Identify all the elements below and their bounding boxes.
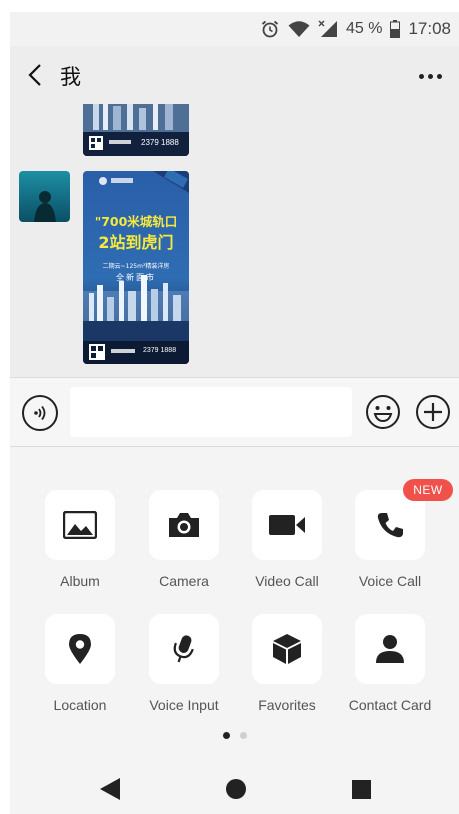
signal-icon	[318, 20, 337, 37]
chevron-left-icon	[28, 64, 41, 86]
location-icon	[69, 634, 91, 664]
emoji-button[interactable]	[365, 394, 401, 430]
tool-camera[interactable]: Camera	[134, 490, 234, 589]
tool-tile[interactable]	[252, 490, 322, 560]
tool-label: Voice Call	[358, 573, 422, 589]
more-dot	[427, 73, 433, 79]
page-indicator	[10, 732, 459, 742]
wifi-icon	[288, 21, 310, 37]
tool-label: Contact Card	[348, 697, 432, 713]
tool-tile[interactable]	[45, 490, 115, 560]
message-input[interactable]	[70, 387, 352, 437]
input-bar	[10, 377, 459, 447]
nav-back-icon[interactable]	[99, 777, 121, 801]
more-button[interactable]	[415, 64, 445, 88]
tool-label: Favorites	[258, 697, 316, 713]
new-badge: NEW	[403, 479, 453, 501]
nav-recents-icon[interactable]	[352, 780, 371, 799]
tool-contact-card[interactable]: Contact Card	[340, 614, 440, 713]
clock: 17:08	[408, 19, 451, 38]
status-bar: 45 % 17:08	[10, 12, 459, 46]
more-tools-panel: Album Camera Video Call NEW Voice Call L…	[10, 447, 459, 765]
tool-label: Album	[60, 573, 100, 589]
tool-location[interactable]: Location	[30, 614, 130, 713]
tool-album[interactable]: Album	[30, 490, 130, 589]
alarm-icon	[261, 20, 279, 38]
album-icon	[63, 511, 97, 539]
tool-video-call[interactable]: Video Call	[237, 490, 337, 589]
phone-screen: 45 % 17:08 我 2379 1888 "700米城轨口 2站到虎门 二期…	[10, 12, 459, 814]
camera-icon	[169, 513, 199, 537]
nav-home-icon[interactable]	[226, 779, 246, 799]
tool-voice-input[interactable]: Voice Input	[134, 614, 234, 713]
avatar[interactable]	[19, 171, 70, 222]
image-message-previous[interactable]: 2379 1888	[83, 104, 189, 156]
battery-percent: 45 %	[345, 20, 383, 37]
contact-card-icon	[376, 635, 404, 663]
android-nav-bar	[10, 765, 459, 814]
emoji-icon	[366, 395, 400, 429]
back-button[interactable]	[22, 60, 48, 90]
voice-input-icon	[173, 635, 194, 663]
tool-label: Voice Input	[149, 697, 219, 713]
tool-voice-call[interactable]: NEW Voice Call	[340, 479, 453, 589]
tool-label: Camera	[159, 573, 209, 589]
favorites-icon	[273, 634, 301, 664]
tool-tile[interactable]	[149, 490, 219, 560]
poster-phone: 2379 1888	[141, 138, 179, 147]
chat-area[interactable]: 2379 1888 "700米城轨口 2站到虎门 二期云~125m²精装洋房 全…	[10, 104, 459, 377]
image-message-poster[interactable]: "700米城轨口 2站到虎门 二期云~125m²精装洋房 全新面市 2379 1…	[83, 171, 189, 364]
tool-tile[interactable]	[355, 614, 425, 684]
poster-tagline: 二期云~125m²精装洋房	[102, 263, 170, 270]
tool-tile[interactable]	[252, 614, 322, 684]
poster-headline-1: "700米城轨口	[94, 214, 178, 229]
poster-headline-2: 2站到虎门	[98, 233, 174, 252]
page-dot	[239, 732, 247, 739]
battery-icon	[390, 20, 401, 38]
tool-label: Video Call	[255, 573, 319, 589]
poster-phone: 2379 1888	[143, 347, 177, 354]
voice-toggle-button[interactable]	[22, 395, 58, 431]
chat-header: 我	[10, 46, 459, 104]
tool-tile[interactable]	[149, 614, 219, 684]
tool-favorites[interactable]: Favorites	[237, 614, 337, 713]
plus-icon	[416, 395, 450, 429]
more-dots-icon	[418, 73, 424, 79]
poster-tagline-2: 全新面市	[116, 273, 156, 282]
chat-title: 我	[60, 65, 81, 89]
page-dot-active	[222, 732, 230, 739]
more-dot	[436, 73, 442, 79]
video-call-icon	[269, 515, 305, 535]
voice-call-icon	[377, 513, 403, 538]
tool-label: Location	[53, 697, 107, 713]
tool-tile[interactable]	[45, 614, 115, 684]
plus-button[interactable]	[415, 394, 451, 430]
voice-toggle-icon	[34, 405, 46, 421]
